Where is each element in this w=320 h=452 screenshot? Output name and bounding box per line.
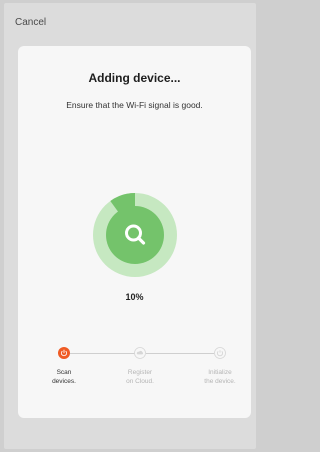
progress-percent: 10% [125,292,144,302]
step-register-indicator [134,347,146,359]
screen-frame: Cancel Adding device... Ensure that the … [4,3,256,449]
cancel-button[interactable]: Cancel [15,17,46,28]
step-scan-label: Scan devices. [52,369,76,385]
progress-ring [93,193,177,277]
step-register-label: Register on Cloud. [126,369,154,385]
power-icon [58,347,70,359]
step-connector [70,353,140,354]
step-initialize-label: Initialize the device. [204,369,236,385]
step-scan-indicator [58,347,70,359]
page-title: Adding device... [88,71,181,85]
cloud-icon [134,347,146,359]
circle-icon [214,347,226,359]
adding-device-card: Adding device... Ensure that the Wi-Fi s… [18,46,251,418]
step-connector [146,353,214,354]
wifi-hint-text: Ensure that the Wi-Fi signal is good. [66,100,203,110]
step-initialize-indicator [214,347,226,359]
progress-center [106,206,164,264]
